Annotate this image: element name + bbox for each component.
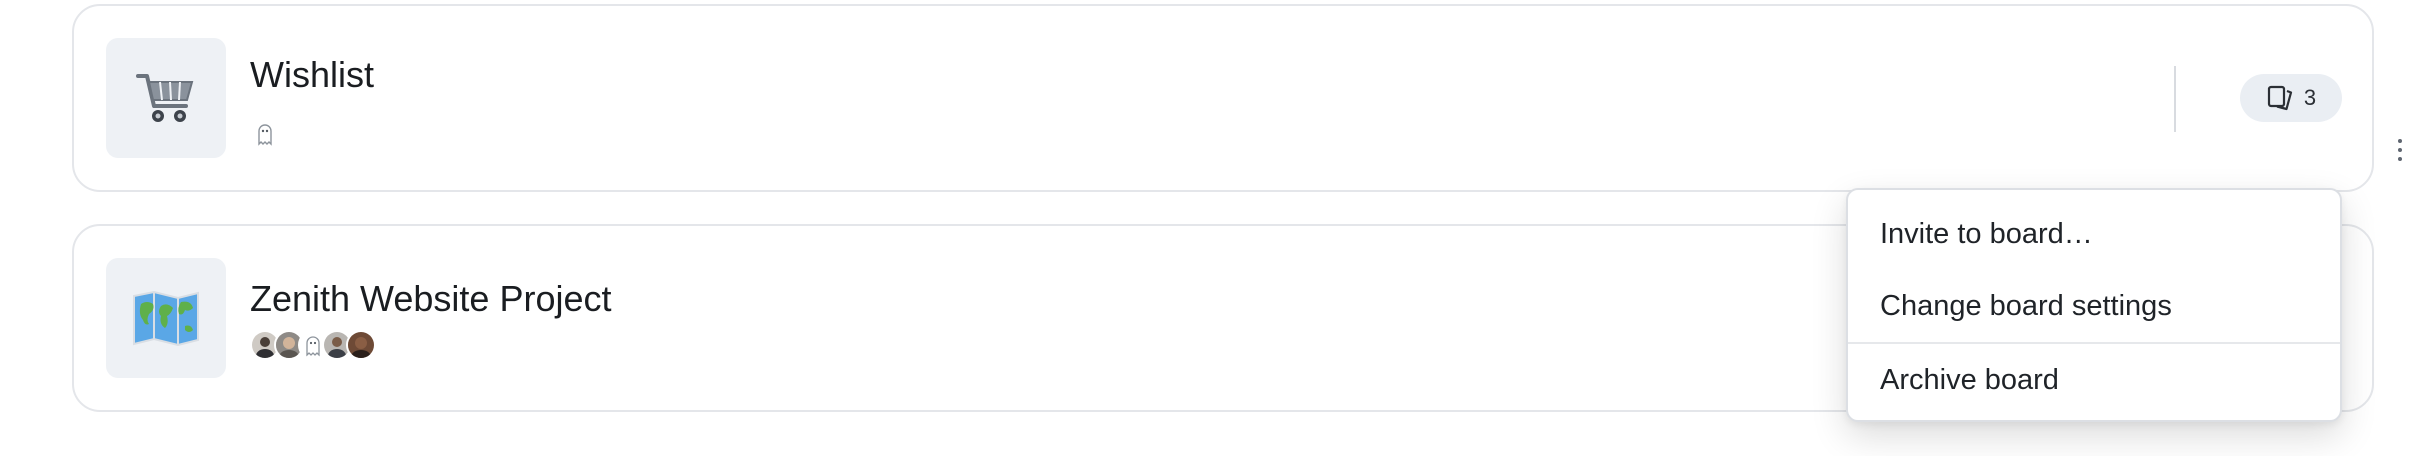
board-thumbnail (106, 258, 226, 378)
menu-item-change-settings[interactable]: Change board settings (1880, 290, 2172, 323)
board-title[interactable]: Zenith Website Project (250, 278, 612, 320)
shopping-cart-icon (136, 74, 194, 122)
ghost-avatar (250, 118, 280, 148)
menu-item-invite[interactable]: Invite to board… (1880, 218, 2093, 251)
board-options-menu: Invite to board… Change board settings A… (1846, 188, 2342, 422)
board-title[interactable]: Wishlist (250, 54, 374, 96)
board-members (250, 118, 280, 148)
card-count-badge[interactable]: 3 (2240, 74, 2342, 122)
board-card-wishlist[interactable]: Wishlist 3 (72, 4, 2402, 192)
card-count: 3 (2303, 85, 2317, 110)
person-avatar-4 (346, 330, 376, 360)
cards-icon (2267, 85, 2292, 111)
world-map-icon (133, 290, 199, 347)
divider (2174, 66, 2176, 132)
menu-divider (1848, 342, 2340, 344)
menu-item-archive[interactable]: Archive board (1880, 364, 2059, 397)
board-thumbnail (106, 38, 226, 158)
board-members (250, 330, 376, 360)
more-options-icon[interactable] (2390, 130, 2410, 170)
